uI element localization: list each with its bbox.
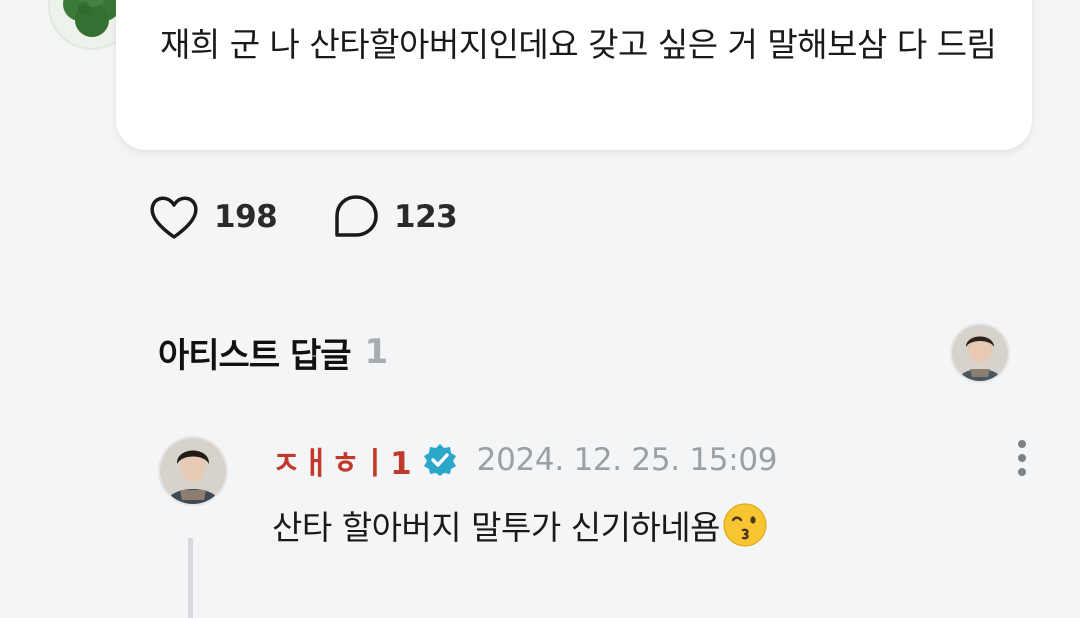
reply-author-avatar[interactable] — [158, 436, 228, 506]
more-vertical-icon — [1018, 440, 1026, 476]
post-text: 재희 군 나 산타할아버지인데요 갖고 싶은 거 말해보삼 다 드림 — [160, 25, 997, 64]
artist-avatar[interactable] — [950, 323, 1010, 383]
kissing-face-emoji — [723, 503, 767, 547]
reply-timestamp: 2024. 12. 25. 15:09 — [476, 442, 778, 478]
heart-outline-icon — [150, 196, 198, 239]
reply-text-content: 산타 할아버지 말투가 신기하네욤 — [272, 508, 721, 547]
reply-meta: ㅈㅐㅎㅣ1 2024. 12. 25. 15:09 — [272, 438, 778, 483]
reply-text: 산타 할아버지 말투가 신기하네욤 — [272, 500, 768, 550]
comment-button[interactable]: 123 — [332, 191, 458, 243]
artist-replies-count: 1 — [364, 332, 389, 372]
artist-replies-title: 아티스트 답글 — [158, 335, 352, 376]
more-options-button[interactable] — [1006, 438, 1038, 478]
like-button[interactable]: 198 — [148, 191, 278, 243]
artist-photo-icon — [160, 438, 226, 504]
speech-bubble-icon — [335, 195, 378, 237]
like-count: 198 — [214, 199, 278, 235]
artist-photo-icon — [952, 325, 1008, 381]
verified-check-icon — [423, 444, 456, 476]
comment-count: 123 — [394, 199, 458, 235]
post-card: 재희 군 나 산타할아버지인데요 갖고 싶은 거 말해보삼 다 드림 — [116, 0, 1032, 150]
artist-replies-header: 아티스트 답글 1 — [158, 326, 388, 378]
reply-author-name[interactable]: ㅈㅐㅎㅣ1 — [272, 438, 413, 483]
thread-line — [188, 538, 193, 618]
